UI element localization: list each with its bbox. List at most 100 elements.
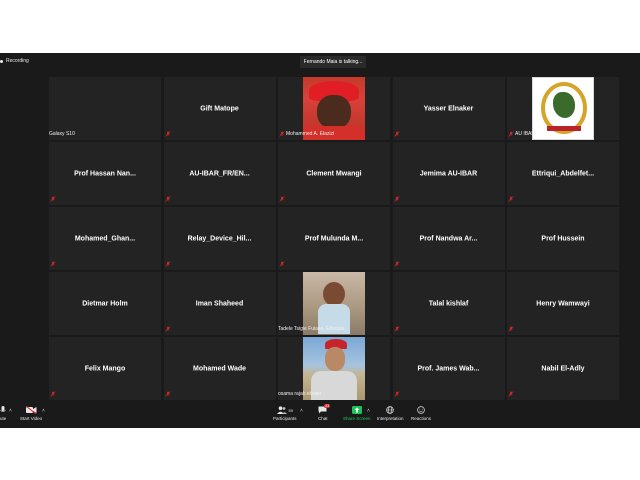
participant-name: Jemima AU-IBAR (419, 170, 478, 177)
muted-mic-icon (279, 131, 285, 137)
participant-name: Prof Hussein (541, 235, 585, 242)
participant-name: Felix Mango (84, 365, 126, 372)
start-video-label: Start Video (20, 416, 43, 421)
participant-tile[interactable]: Gift Matope (163, 77, 276, 140)
muted-mic-icon (508, 131, 514, 137)
mute-button[interactable]: ute (0, 405, 6, 421)
participant-tile[interactable]: Talal kishlaf (392, 272, 505, 335)
participant-tile[interactable]: Prof. James Wab... (392, 337, 505, 400)
meeting-window: Recording Fernando Maia is talking... Ga… (0, 53, 640, 428)
muted-mic-icon (279, 196, 285, 202)
participants-icon: 59 (276, 405, 293, 415)
muted-mic-icon (393, 131, 400, 137)
participant-name: Iman Shaheed (195, 300, 244, 307)
microphone-icon (0, 405, 6, 415)
participant-tile[interactable]: Clement Mwangi (278, 142, 390, 205)
participants-button[interactable]: 59 Participants (273, 405, 297, 421)
participant-name: Gift Matope (200, 105, 239, 112)
participants-label: Participants (273, 416, 297, 421)
participant-tile[interactable]: Relay_Device_Hil... (163, 207, 276, 270)
interpretation-button[interactable]: Interpretation (377, 405, 404, 421)
participant-tile[interactable]: Felix Mango (49, 337, 161, 400)
muted-mic-icon (508, 391, 514, 397)
participant-tile[interactable]: Prof Hussein (507, 207, 619, 270)
muted-mic-icon (50, 261, 56, 267)
participant-tile[interactable]: Prof Hassan Nan... (49, 142, 161, 205)
smiley-icon (417, 405, 425, 415)
mute-label: ute (0, 416, 7, 421)
participant-tile[interactable]: AU IBAR (507, 77, 619, 140)
chat-icon: 23 (318, 404, 331, 415)
participant-label: osama rajab elwaer (278, 391, 322, 397)
participant-tile[interactable]: Prof Nandwa Ar... (392, 207, 505, 270)
reactions-button[interactable]: Reactions (411, 405, 431, 421)
gallery-grid: Galaxy S10 Gift Matope Mohammed A. Elazi… (49, 77, 619, 403)
participant-name: Prof. James Wab... (417, 365, 480, 372)
share-options-caret-icon[interactable]: ˄ (367, 408, 370, 414)
participant-name: Relay_Device_Hil... (187, 235, 252, 242)
start-video-button[interactable]: Start Video (20, 405, 42, 421)
muted-mic-icon (164, 261, 171, 267)
participant-name: Prof Hassan Nan... (74, 170, 136, 177)
participant-name: Prof Mulunda M... (304, 235, 364, 242)
muted-mic-icon (393, 391, 400, 397)
participant-tile[interactable]: Prof Mulunda M... (278, 207, 390, 270)
muted-mic-icon (393, 326, 400, 332)
muted-mic-icon (164, 131, 171, 137)
participant-tile[interactable]: Iman Shaheed (163, 272, 276, 335)
participant-tile[interactable]: Henry Wamwayi (507, 272, 619, 335)
participant-tile[interactable]: Dietmar Holm (49, 272, 161, 335)
participant-tile[interactable]: Yasser Elnaker (392, 77, 505, 140)
participant-name: Nabil El-Adly (541, 365, 585, 372)
recording-indicator[interactable]: Recording (0, 58, 29, 64)
active-speaker-indicator: Fernando Maia is talking... (300, 56, 366, 68)
participants-options-caret-icon[interactable]: ˄ (300, 408, 303, 414)
participant-name: Ettriqui_Abdelfet... (531, 170, 595, 177)
chat-unread-badge: 23 (324, 404, 331, 408)
participant-name: Mohamed_Ghan... (74, 235, 136, 242)
muted-mic-icon (164, 391, 171, 397)
participant-label: Mohammed A. Elazizi (286, 131, 335, 137)
participant-name: Yasser Elnaker (423, 105, 474, 112)
share-screen-label: Share Screen (343, 416, 371, 421)
muted-mic-icon (164, 196, 171, 202)
participant-tile[interactable]: Galaxy S10 (49, 77, 161, 140)
muted-mic-icon (508, 326, 514, 332)
participant-name: AU-IBAR_FR/EN... (189, 170, 250, 177)
participant-tile[interactable]: osama rajab elwaer (278, 337, 390, 400)
participant-name: Talal kishlaf (428, 300, 469, 307)
participant-tile[interactable]: Nabil El-Adly (507, 337, 619, 400)
participant-label: AU IBAR (515, 131, 536, 137)
recording-label: Recording (6, 58, 29, 64)
participant-tile[interactable]: AU-IBAR_FR/EN... (163, 142, 276, 205)
participant-label: Galaxy S10 (49, 131, 75, 137)
mute-options-caret-icon[interactable]: ˄ (9, 408, 12, 414)
participant-name: Mohamed Wade (192, 365, 247, 372)
participant-name: Prof Nandwa Ar... (419, 235, 478, 242)
muted-mic-icon (50, 196, 56, 202)
muted-mic-icon (164, 326, 171, 332)
muted-mic-icon (279, 261, 285, 267)
participant-tile[interactable]: Ettriqui_Abdelfet... (507, 142, 619, 205)
au-emblem-image (532, 77, 594, 140)
recording-dot-icon (0, 59, 3, 63)
participants-count: 59 (288, 407, 293, 413)
participant-name: Henry Wamwayi (536, 300, 590, 307)
video-off-icon (25, 405, 37, 415)
reactions-label: Reactions (411, 416, 432, 421)
participant-tile[interactable]: Mohamed_Ghan... (49, 207, 161, 270)
participant-tile[interactable]: Jemima AU-IBAR (392, 142, 505, 205)
participant-tile[interactable]: Tadele Tsigie Fulasa, Ethiopia... (278, 272, 390, 335)
video-options-caret-icon[interactable]: ˄ (42, 408, 45, 414)
participant-label: Tadele Tsigie Fulasa, Ethiopia... (278, 326, 349, 332)
chat-button[interactable]: 23 Chat (318, 404, 331, 421)
participant-tile[interactable]: Mohammed A. Elazizi (278, 77, 390, 140)
chat-label: Chat (318, 416, 328, 421)
participant-tile[interactable]: Mohamed Wade (163, 337, 276, 400)
muted-mic-icon (508, 196, 514, 202)
participant-name: Clement Mwangi (306, 170, 362, 177)
globe-icon (386, 405, 395, 415)
muted-mic-icon (393, 196, 400, 202)
interpretation-label: Interpretation (377, 416, 404, 421)
meeting-toolbar: ute ˄ Start Video ˄ 59 Participants ˄ 23… (0, 404, 640, 428)
